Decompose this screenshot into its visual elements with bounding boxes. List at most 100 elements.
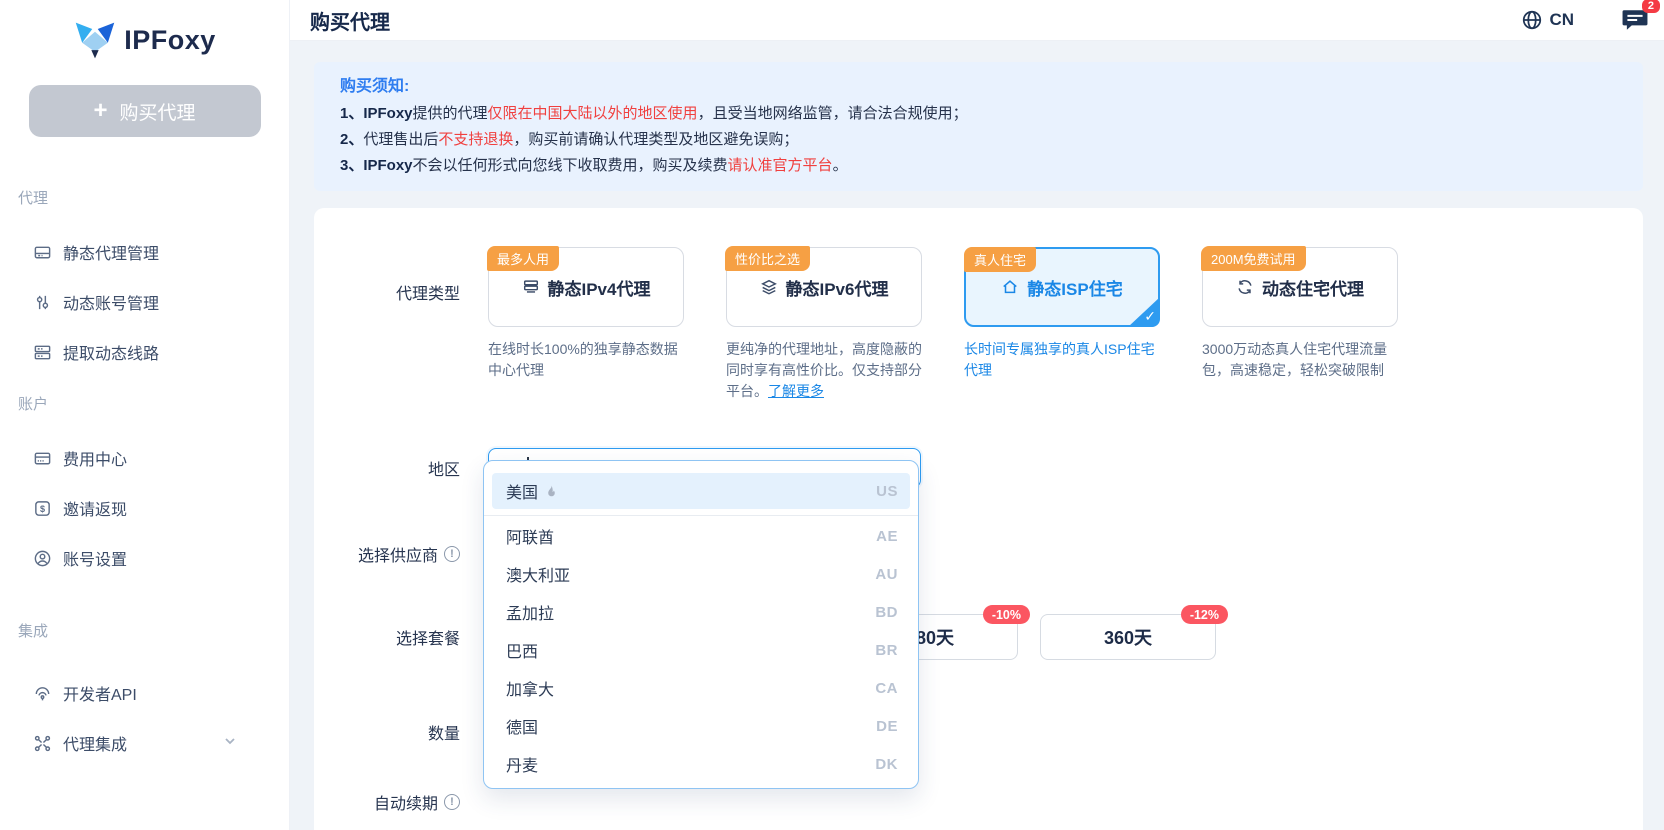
dropdown-item-au[interactable]: 澳大利亚 AU (484, 555, 918, 593)
sidebar-item-developer-api[interactable]: 开发者API (0, 668, 289, 718)
page-title: 购买代理 (310, 6, 390, 35)
card-static-ipv4: 最多人用 静态IPv4代理 在线时长100%的独享静态数据中心代理 (488, 247, 684, 402)
region-dropdown: 美国 US 阿联酋 AE 澳大利亚 AU (483, 460, 919, 789)
country-name: 德国 (506, 714, 538, 738)
language-switcher[interactable]: CN (1521, 9, 1574, 31)
country-name: 丹麦 (506, 752, 538, 776)
purchase-notice: 购买须知: 1、IPFoxy提供的代理仅限在中国大陆以外的地区使用，且受当地网络… (314, 62, 1643, 191)
sidebar-item-label: 邀请返现 (63, 496, 127, 520)
card-title: 静态IPv6代理 (786, 275, 889, 300)
notice-line-2: 2、代理售出后不支持退换，购买前请确认代理类型及地区避免误购； (340, 127, 1617, 153)
country-code: US (876, 483, 898, 500)
nav-section-account: 账户 (18, 393, 289, 413)
dropdown-item-us[interactable]: 美国 US (492, 473, 910, 509)
card-dynamic-residential: 200M免费试用 动态住宅代理 3000万动态真人住宅代理流量包，高速稳定，轻松… (1202, 247, 1398, 402)
notice-line-3: 3、IPFoxy不会以任何形式向您线下收取费用，购买及续费请认准官方平台。 (340, 153, 1617, 179)
sidebar: IPFoxy + 购买代理 代理 静态代理管理 (0, 0, 290, 830)
dropdown-item-de[interactable]: 德国 DE (484, 707, 918, 745)
notice-text: 。 (833, 157, 848, 174)
nav-section-proxy: 代理 (18, 187, 289, 207)
plus-icon: + (93, 99, 107, 123)
notice-line-1: 1、IPFoxy提供的代理仅限在中国大陆以外的地区使用，且受当地网络监管，请合法… (340, 101, 1617, 127)
dropdown-item-dk[interactable]: 丹麦 DK (484, 745, 918, 783)
sidebar-item-dynamic-account[interactable]: 动态账号管理 (0, 277, 289, 327)
country-code: CA (875, 680, 898, 697)
drive-icon (33, 243, 52, 262)
card-title: 静态IPv4代理 (548, 275, 651, 300)
card-desc: 更纯净的代理地址，高度隐蔽的同时享有高性价比。仅支持部分平台。了解更多 (726, 339, 922, 402)
integration-nodes-icon (33, 734, 52, 753)
auto-renew-label: 自动续期 (374, 790, 438, 814)
sidebar-item-invite-cashback[interactable]: $ 邀请返现 (0, 483, 289, 533)
card-static-isp-button[interactable]: 真人住宅 静态ISP住宅 ✓ (964, 247, 1160, 327)
card-desc: 长时间专属独享的真人ISP住宅代理 (964, 339, 1160, 381)
buy-proxy-button[interactable]: + 购买代理 (29, 85, 261, 137)
dropdown-item-ca[interactable]: 加拿大 CA (484, 669, 918, 707)
dropdown-item-bd[interactable]: 孟加拉 BD (484, 593, 918, 631)
card-badge: 真人住宅 (964, 247, 1036, 272)
country-name: 美国 (506, 479, 538, 503)
quantity-label: 数量 (314, 720, 460, 744)
sidebar-item-static-proxy[interactable]: 静态代理管理 (0, 227, 289, 277)
card-static-ipv4-button[interactable]: 最多人用 静态IPv4代理 (488, 247, 684, 327)
topbar: 购买代理 CN 2 (290, 0, 1664, 41)
notice-highlight: 不支持退换 (438, 131, 513, 148)
nav-section-integration: 集成 (18, 620, 289, 640)
card-badge: 性价比之选 (725, 246, 810, 271)
supplier-label: 选择供应商 (358, 542, 438, 566)
dropdown-item-br[interactable]: 巴西 BR (484, 631, 918, 669)
home-icon (1001, 278, 1019, 296)
buy-proxy-button-label: 购买代理 (120, 98, 196, 125)
dropdown-item-ae[interactable]: 阿联酋 AE (484, 517, 918, 555)
dollar-icon: $ (33, 499, 52, 518)
sidebar-item-extract-lines[interactable]: 提取动态线路 (0, 327, 289, 377)
sidebar-item-label: 费用中心 (63, 446, 127, 470)
sidebar-item-account-settings[interactable]: 账号设置 (0, 533, 289, 583)
notice-text: ，且受当地网络监管，请合法合规使用； (698, 105, 968, 122)
datacenter-icon (522, 278, 540, 296)
chevron-down-icon[interactable] (223, 734, 237, 753)
main: 购买代理 CN 2 购买须 (290, 0, 1664, 830)
notice-text: 不会以任何形式向您线下收取费用，购买及续费 (413, 157, 728, 174)
card-static-ipv6-button[interactable]: 性价比之选 静态IPv6代理 (726, 247, 922, 327)
card-static-ipv6: 性价比之选 静态IPv6代理 更纯净的代理地址，高度隐蔽的同时享有高性价比。仅支… (726, 247, 922, 402)
content: 购买须知: 1、IPFoxy提供的代理仅限在中国大陆以外的地区使用，且受当地网络… (290, 41, 1664, 830)
country-name: 阿联酋 (506, 524, 554, 548)
messages-button[interactable]: 2 (1620, 7, 1650, 33)
sidebar-item-label: 账号设置 (63, 546, 127, 570)
api-signal-icon (33, 684, 52, 703)
card-desc: 3000万动态真人住宅代理流量包，高速稳定，轻松突破限制 (1202, 339, 1398, 381)
package-360d-button[interactable]: 360天 -12% (1040, 614, 1216, 660)
card-dynamic-residential-button[interactable]: 200M免费试用 动态住宅代理 (1202, 247, 1398, 327)
country-code: DE (876, 718, 898, 735)
country-code: BD (875, 604, 898, 621)
proxy-type-row: 代理类型 最多人用 静态IPv4代理 在线时长100%的独享静态数据中心代理 (314, 247, 1643, 402)
notice-num: 1、 (340, 105, 363, 122)
country-code: AU (875, 566, 898, 583)
auto-renew-row: 自动续期 ! (314, 786, 1643, 818)
fox-logo-icon (73, 20, 117, 60)
card-title: 静态ISP住宅 (1027, 275, 1122, 300)
card-badge: 最多人用 (487, 246, 559, 271)
sidebar-item-label: 开发者API (63, 681, 137, 705)
credit-card-icon (33, 449, 52, 468)
sidebar-item-label: 动态账号管理 (63, 290, 159, 314)
logo: IPFoxy (0, 10, 289, 70)
check-icon: ✓ (1144, 308, 1156, 325)
notice-num: 3、 (340, 157, 363, 174)
package-label-text: 360天 (1104, 624, 1152, 650)
discount-badge: -10% (983, 605, 1030, 624)
sidebar-item-proxy-integration[interactable]: 代理集成 (0, 718, 289, 768)
notice-text: ，购买前请确认代理类型及地区避免误购； (513, 131, 798, 148)
card-title: 动态住宅代理 (1262, 275, 1364, 300)
brand-text: IPFoxy (363, 105, 412, 122)
card-desc-text: 更纯净的代理地址，高度隐蔽的同时享有高性价比。仅支持部分平台。 (726, 341, 922, 399)
notice-num: 2、 (340, 131, 363, 148)
card-static-isp: 真人住宅 静态ISP住宅 ✓ 长时间专属独享的真人ISP住宅代理 (964, 247, 1160, 402)
sidebar-nav: 代理 静态代理管理 动态账号管理 (0, 187, 289, 768)
info-icon: ! (444, 546, 460, 562)
sidebar-item-label: 代理集成 (63, 731, 127, 755)
sidebar-item-label: 提取动态线路 (63, 340, 159, 364)
sidebar-item-billing[interactable]: 费用中心 (0, 433, 289, 483)
learn-more-link[interactable]: 了解更多 (768, 383, 824, 399)
